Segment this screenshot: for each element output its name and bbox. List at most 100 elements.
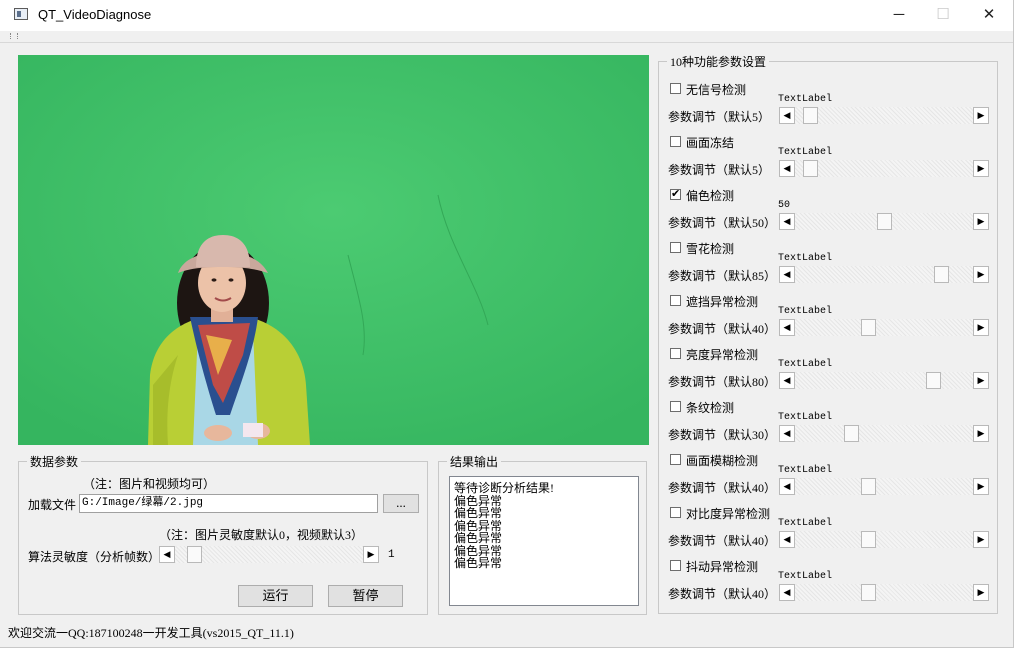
slider-left-arrow-icon[interactable]: ◀ <box>779 584 795 601</box>
param-slider[interactable]: ◀ ▶ <box>779 107 989 124</box>
feature-name[interactable]: 抖动异常检测 <box>686 558 758 575</box>
slider-right-arrow-icon[interactable]: ▶ <box>973 266 989 283</box>
minimize-icon: ─ <box>893 6 905 23</box>
slider-track[interactable] <box>795 531 973 548</box>
title-bar[interactable]: QT_VideoDiagnose ─ ☐ ✕ <box>0 0 1013 31</box>
param-slider[interactable]: ◀ ▶ <box>779 372 989 389</box>
sensitivity-value: 1 <box>388 549 395 561</box>
slider-track[interactable] <box>795 160 973 177</box>
results-group: 结果输出 等待诊断分析结果! 偏色异常 偏色异常 偏色异常 偏色异常 偏色异常 偏色异常 <box>438 453 647 615</box>
feature-name[interactable]: 画面模糊检测 <box>686 452 758 469</box>
maximize-button: ☐ <box>920 0 966 31</box>
slider-right-arrow-icon[interactable]: ▶ <box>363 546 379 563</box>
checkbox-9[interactable] <box>670 507 681 518</box>
feature-name[interactable]: 对比度异常检测 <box>686 505 770 522</box>
slider-thumb[interactable] <box>860 319 876 336</box>
slider-left-arrow-icon[interactable]: ◀ <box>779 266 795 283</box>
slider-track[interactable] <box>175 546 363 563</box>
param-slider[interactable]: ◀ ▶ <box>779 266 989 283</box>
slider-right-arrow-icon[interactable]: ▶ <box>973 107 989 124</box>
slider-right-arrow-icon[interactable]: ▶ <box>973 319 989 336</box>
slider-left-arrow-icon[interactable]: ◀ <box>159 546 175 563</box>
checkbox-3[interactable]: ✔ <box>670 189 681 200</box>
slider-right-arrow-icon[interactable]: ▶ <box>973 372 989 389</box>
feature-name[interactable]: 亮度异常检测 <box>686 346 758 363</box>
param-label: 参数调节（默认40） <box>668 587 777 601</box>
slider-left-arrow-icon[interactable]: ◀ <box>779 213 795 230</box>
result-line: 偏色异常 <box>454 556 503 570</box>
feature-name[interactable]: 雪花检测 <box>686 240 734 257</box>
slider-thumb[interactable] <box>926 372 942 389</box>
param-label: 参数调节（默认85） <box>668 269 777 283</box>
param-slider[interactable]: ◀ ▶ <box>779 531 989 548</box>
pause-button[interactable]: 暂停 <box>328 585 403 607</box>
toolbar-grip-icon[interactable] <box>10 33 18 39</box>
slider-left-arrow-icon[interactable]: ◀ <box>779 531 795 548</box>
checkbox-1[interactable] <box>670 83 681 94</box>
slider-track[interactable] <box>795 425 973 442</box>
feature-name[interactable]: 画面冻结 <box>686 134 734 151</box>
checkbox-8[interactable] <box>670 454 681 465</box>
slider-thumb[interactable] <box>860 531 876 548</box>
param-slider[interactable]: ◀ ▶ <box>779 160 989 177</box>
slider-left-arrow-icon[interactable]: ◀ <box>779 160 795 177</box>
feature-name[interactable]: 条纹检测 <box>686 399 734 416</box>
slider-thumb[interactable] <box>877 213 892 230</box>
param-slider[interactable]: ◀ ▶ <box>779 425 989 442</box>
result-line: 等待诊断分析结果! <box>454 481 554 495</box>
param-slider[interactable]: ◀ ▶ <box>779 478 989 495</box>
browse-button[interactable]: ... <box>383 494 419 513</box>
slider-track[interactable] <box>795 584 973 601</box>
sensitivity-note: （注：图片灵敏度默认0，视频默认3） <box>159 528 364 542</box>
param-slider[interactable]: ◀ ▶ <box>779 584 989 601</box>
result-line: 偏色异常 <box>454 506 503 520</box>
results-textbox[interactable]: 等待诊断分析结果! 偏色异常 偏色异常 偏色异常 偏色异常 偏色异常 偏色异常 <box>449 476 639 606</box>
slider-right-arrow-icon[interactable]: ▶ <box>973 478 989 495</box>
run-button[interactable]: 运行 <box>238 585 313 607</box>
checkbox-4[interactable] <box>670 242 681 253</box>
slider-right-arrow-icon[interactable]: ▶ <box>973 160 989 177</box>
slider-thumb[interactable] <box>860 478 876 495</box>
slider-track[interactable] <box>795 319 973 336</box>
param-slider[interactable]: ◀ ▶ <box>779 213 989 230</box>
checkbox-5[interactable] <box>670 295 681 306</box>
slider-right-arrow-icon[interactable]: ▶ <box>973 213 989 230</box>
checkbox-10[interactable] <box>670 560 681 571</box>
param-label: 参数调节（默认50） <box>668 216 777 230</box>
sensitivity-slider[interactable]: ◀ ▶ <box>159 546 379 563</box>
slider-left-arrow-icon[interactable]: ◀ <box>779 372 795 389</box>
slider-right-arrow-icon[interactable]: ▶ <box>973 531 989 548</box>
slider-thumb[interactable] <box>860 584 876 601</box>
param-value-label: TextLabel <box>778 518 833 529</box>
toolbar-strip <box>0 31 1013 43</box>
param-slider[interactable]: ◀ ▶ <box>779 319 989 336</box>
feature-name[interactable]: 遮挡异常检测 <box>686 293 758 310</box>
checkbox-6[interactable] <box>670 348 681 359</box>
slider-track[interactable] <box>795 372 973 389</box>
slider-left-arrow-icon[interactable]: ◀ <box>779 319 795 336</box>
slider-thumb[interactable] <box>803 160 819 177</box>
checkbox-7[interactable] <box>670 401 681 412</box>
slider-left-arrow-icon[interactable]: ◀ <box>779 425 795 442</box>
param-value-label: TextLabel <box>778 465 833 476</box>
slider-track[interactable] <box>795 107 973 124</box>
slider-left-arrow-icon[interactable]: ◀ <box>779 478 795 495</box>
close-button[interactable]: ✕ <box>966 0 1012 31</box>
slider-thumb[interactable] <box>934 266 950 283</box>
slider-thumb[interactable] <box>803 107 819 124</box>
slider-right-arrow-icon[interactable]: ▶ <box>973 584 989 601</box>
slider-right-arrow-icon[interactable]: ▶ <box>973 425 989 442</box>
slider-left-arrow-icon[interactable]: ◀ <box>779 107 795 124</box>
checkbox-2[interactable] <box>670 136 681 147</box>
param-value-label: TextLabel <box>778 571 833 582</box>
param-value-label: TextLabel <box>778 253 833 264</box>
slider-thumb[interactable] <box>187 546 203 563</box>
param-label: 参数调节（默认40） <box>668 322 777 336</box>
minimize-button[interactable]: ─ <box>876 0 922 31</box>
file-path-input[interactable]: G:/Image/绿幕/2.jpg <box>79 494 378 513</box>
slider-track[interactable] <box>795 478 973 495</box>
param-value-label: TextLabel <box>778 147 833 158</box>
feature-name[interactable]: 偏色检测 <box>686 187 734 204</box>
feature-name[interactable]: 无信号检测 <box>686 81 746 98</box>
slider-thumb[interactable] <box>844 425 860 442</box>
